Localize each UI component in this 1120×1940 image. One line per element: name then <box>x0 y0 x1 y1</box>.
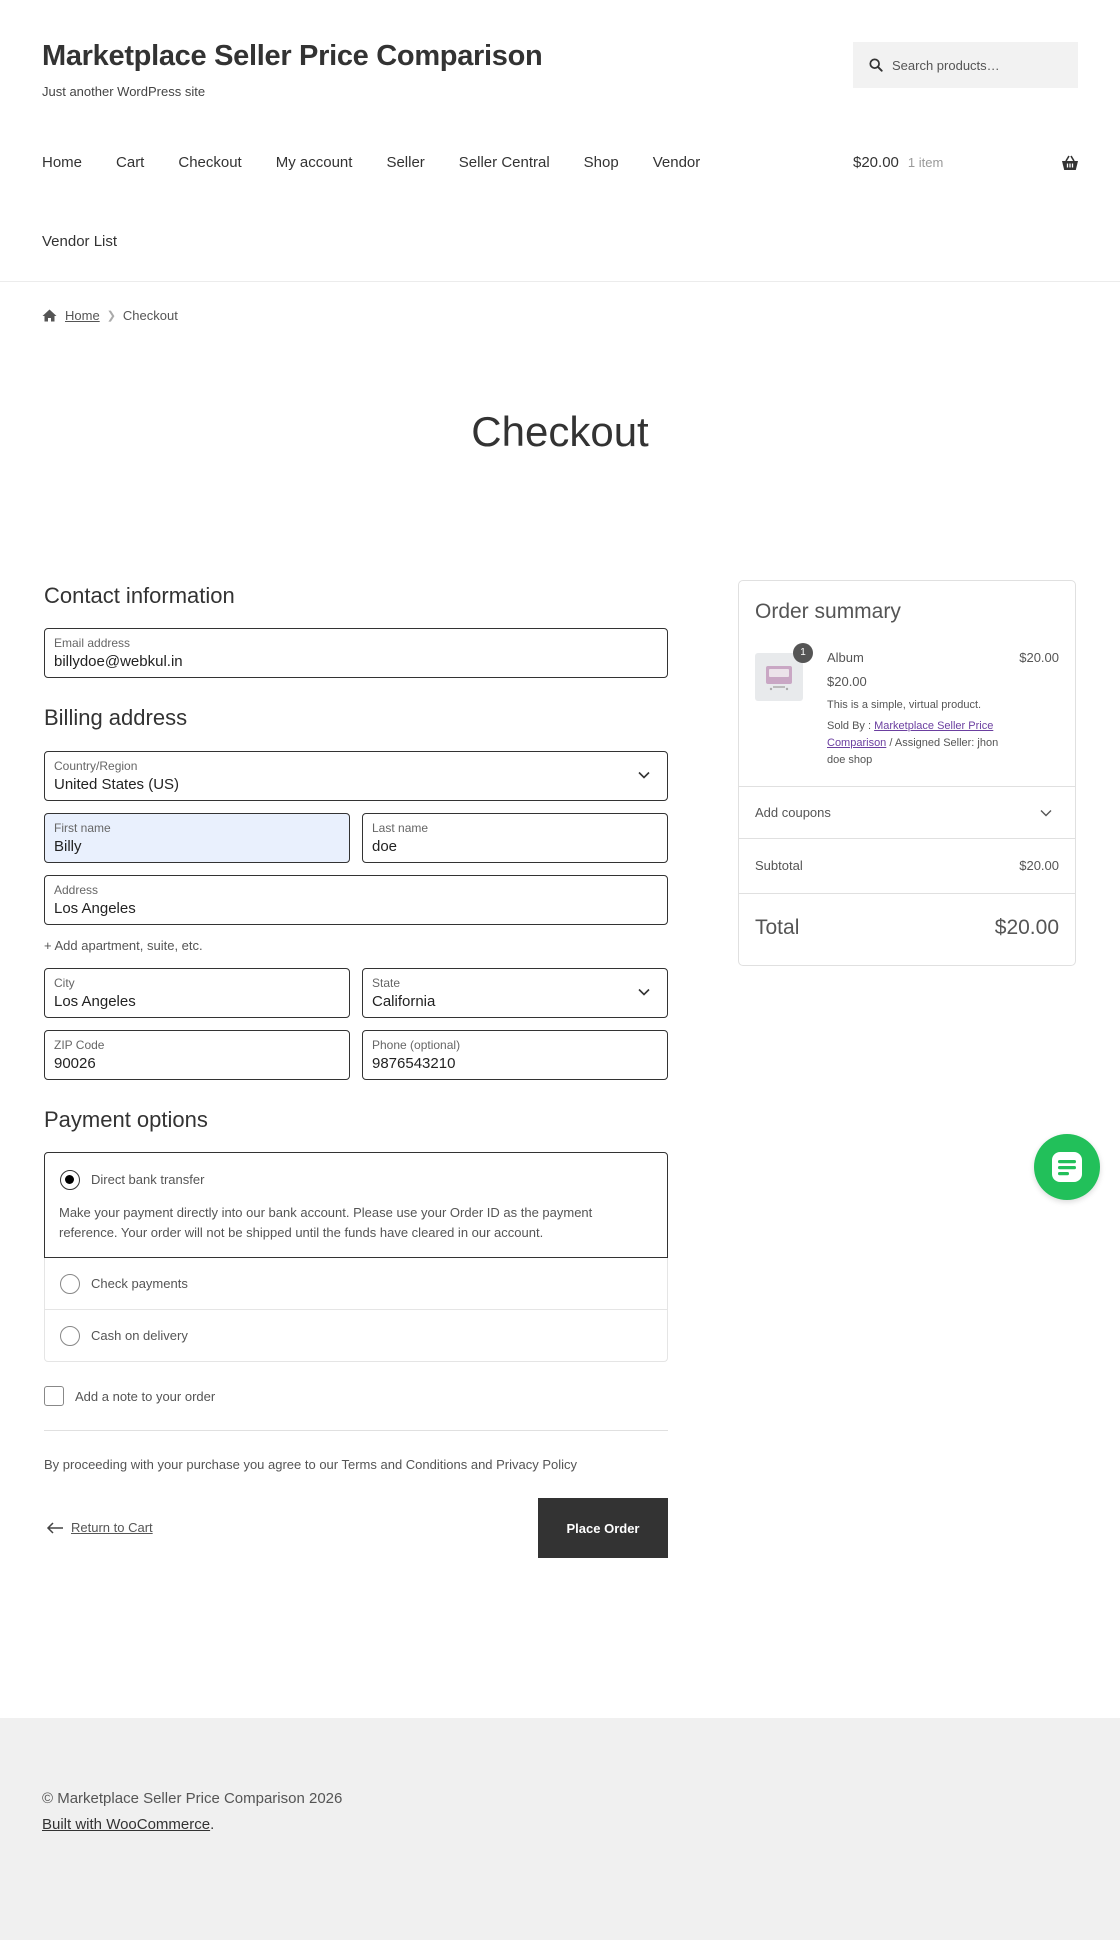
city-value: Los Angeles <box>54 993 136 1010</box>
summary-divider <box>739 893 1075 894</box>
terms-text: By proceeding with your purchase you agr… <box>44 1457 578 1472</box>
billing-section-title: Billing address <box>44 705 188 730</box>
state-label: State <box>372 976 401 990</box>
check-payments-radio[interactable] <box>60 1274 80 1294</box>
page-title: Checkout <box>471 408 649 455</box>
nav-item-vendor[interactable]: Vendor <box>653 154 701 171</box>
terms-divider <box>44 1430 668 1431</box>
state-select[interactable]: State California <box>362 968 668 1018</box>
site-title[interactable]: Marketplace Seller Price Comparison <box>42 40 543 73</box>
chat-button[interactable] <box>1034 1134 1100 1200</box>
cod-label: Cash on delivery <box>91 1328 188 1343</box>
nav-item-shop[interactable]: Shop <box>584 154 619 171</box>
payment-section-title: Payment options <box>44 1107 208 1132</box>
subtotal-value: $20.00 <box>1019 858 1059 873</box>
cod-radio[interactable] <box>60 1326 80 1346</box>
footer-copyright: © Marketplace Seller Price Comparison 20… <box>42 1790 343 1807</box>
home-icon <box>42 309 57 322</box>
nav-item-checkout[interactable]: Checkout <box>178 154 241 171</box>
last-name-field[interactable]: Last name doe <box>362 813 668 863</box>
nav-item-vendor-list[interactable]: Vendor List <box>42 233 117 250</box>
search-icon <box>869 58 883 72</box>
add-apartment-link[interactable]: + Add apartment, suite, etc. <box>44 938 203 953</box>
cart-amount: $20.00 <box>853 154 899 171</box>
place-order-button[interactable]: Place Order <box>538 1498 668 1558</box>
chevron-down-icon <box>638 988 650 996</box>
item-line-total: $20.00 <box>1019 650 1059 665</box>
breadcrumb: Home ❯ Checkout <box>42 308 178 323</box>
bank-transfer-description: Make your payment directly into our bank… <box>59 1205 593 1240</box>
item-name: Album <box>827 650 864 665</box>
city-field[interactable]: City Los Angeles <box>44 968 350 1018</box>
nav-item-seller[interactable]: Seller <box>386 154 424 171</box>
arrow-left-icon <box>46 1521 63 1534</box>
first-name-label: First name <box>54 821 111 835</box>
total-label: Total <box>755 916 800 939</box>
summary-divider <box>739 786 1075 787</box>
email-field[interactable]: Email address billydoe@webkul.in <box>44 628 668 678</box>
header-divider <box>0 281 1120 282</box>
phone-value: 9876543210 <box>372 1055 456 1072</box>
phone-label: Phone (optional) <box>372 1038 461 1052</box>
zip-field[interactable]: ZIP Code 90026 <box>44 1030 350 1080</box>
order-note-label[interactable]: Add a note to your order <box>75 1389 215 1404</box>
chevron-down-icon[interactable] <box>1040 809 1052 817</box>
order-summary-title: Order summary <box>755 600 901 623</box>
payment-option-cod[interactable]: Cash on delivery <box>44 1310 668 1362</box>
cart-count: 1 item <box>907 155 944 170</box>
search-box[interactable] <box>853 42 1078 88</box>
item-description: This is a simple, virtual product. <box>827 699 982 711</box>
search-input[interactable] <box>892 57 1072 73</box>
email-label: Email address <box>54 636 131 650</box>
address-label: Address <box>54 883 99 897</box>
address-value: Los Angeles <box>54 900 136 917</box>
nav-item-my-account[interactable]: My account <box>276 154 353 171</box>
summary-divider <box>739 838 1075 839</box>
country-value: United States (US) <box>54 776 180 793</box>
basket-icon <box>1062 155 1078 170</box>
subtotal-label: Subtotal <box>755 858 803 873</box>
first-name-field[interactable]: First name Billy <box>44 813 350 863</box>
return-to-cart-label: Return to Cart <box>71 1520 153 1535</box>
zip-label: ZIP Code <box>54 1038 105 1052</box>
check-payments-label: Check payments <box>91 1276 188 1291</box>
nav-item-cart[interactable]: Cart <box>116 154 144 171</box>
footer-built-with: Built with WooCommerce. <box>42 1816 215 1833</box>
bank-transfer-label: Direct bank transfer <box>91 1172 205 1187</box>
quantity-badge: 1 <box>793 643 813 663</box>
phone-field[interactable]: Phone (optional) 9876543210 <box>362 1030 668 1080</box>
header-cart[interactable]: $20.00 1 item <box>853 154 1079 171</box>
country-label: Country/Region <box>54 759 138 773</box>
breadcrumb-home-link[interactable]: Home <box>65 308 100 323</box>
chat-icon <box>1052 1152 1082 1182</box>
zip-value: 90026 <box>54 1055 96 1072</box>
primary-nav: Home Cart Checkout My account Seller Sel… <box>42 154 734 171</box>
email-value: billydoe@webkul.in <box>54 653 183 670</box>
payment-option-check[interactable]: Check payments <box>44 1258 668 1310</box>
order-note-checkbox[interactable] <box>44 1386 64 1406</box>
return-to-cart-link[interactable]: Return to Cart <box>46 1520 153 1535</box>
site-tagline: Just another WordPress site <box>42 84 206 99</box>
state-value: California <box>372 993 436 1010</box>
add-coupons-toggle[interactable]: Add coupons <box>755 805 831 820</box>
item-seller-info: Sold By : Marketplace Seller Price Compa… <box>827 718 1007 769</box>
chevron-right-icon: ❯ <box>106 310 116 322</box>
item-price: $20.00 <box>827 674 867 689</box>
country-select[interactable]: Country/Region United States (US) <box>44 751 668 801</box>
sold-by-label: Sold By : <box>827 720 872 732</box>
woocommerce-link[interactable]: Built with WooCommerce <box>42 1816 210 1833</box>
total-value: $20.00 <box>994 916 1059 939</box>
order-summary-panel <box>738 580 1076 966</box>
chevron-down-icon <box>638 771 650 779</box>
nav-item-seller-central[interactable]: Seller Central <box>459 154 550 171</box>
last-name-label: Last name <box>372 821 429 835</box>
last-name-value: doe <box>372 838 398 855</box>
nav-item-home[interactable]: Home <box>42 154 82 171</box>
address-field[interactable]: Address Los Angeles <box>44 875 668 925</box>
city-label: City <box>54 976 75 990</box>
bank-transfer-radio[interactable] <box>60 1170 80 1190</box>
first-name-value: Billy <box>54 838 82 855</box>
contact-section-title: Contact information <box>44 583 235 608</box>
breadcrumb-current: Checkout <box>122 308 178 323</box>
